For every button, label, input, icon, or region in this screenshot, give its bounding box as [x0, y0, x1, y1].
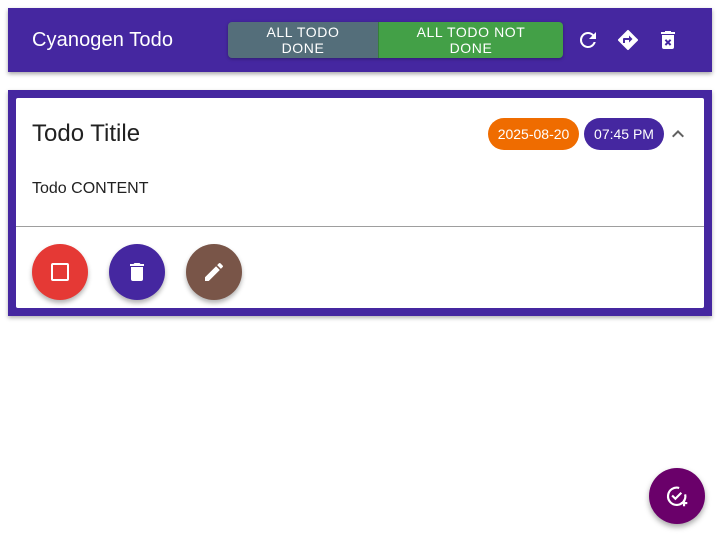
- todo-card: Todo Titile 2025-08-20 07:45 PM Todo CON…: [16, 98, 704, 308]
- pencil-icon: [205, 262, 224, 281]
- delete-todo-button[interactable]: [109, 244, 165, 300]
- todo-time-chip: 07:45 PM: [584, 118, 664, 150]
- add-task-icon: [666, 486, 688, 507]
- todo-filter-button-group: ALL TODO DONE ALL TODO NOT DONE: [228, 22, 563, 58]
- toolbar: Cyanogen Todo ALL TODO DONE ALL TODO NOT…: [8, 8, 712, 72]
- delete-sweep-icon[interactable]: [656, 28, 680, 52]
- all-todo-done-button[interactable]: ALL TODO DONE: [228, 22, 378, 58]
- todo-title: Todo Titile: [32, 120, 141, 147]
- todo-date-chip: 2025-08-20: [488, 118, 579, 150]
- checkbox-blank-icon: [51, 263, 69, 281]
- todo-content: Todo CONTENT: [32, 180, 149, 197]
- chevron-up-icon[interactable]: [666, 122, 690, 146]
- edit-todo-button[interactable]: [186, 244, 242, 300]
- app-title: Cyanogen Todo: [32, 29, 174, 51]
- trash-icon: [130, 263, 144, 281]
- app-root: Cyanogen Todo ALL TODO DONE ALL TODO NOT…: [0, 0, 720, 540]
- all-todo-not-done-button[interactable]: ALL TODO NOT DONE: [378, 22, 563, 58]
- card-divider: [16, 226, 704, 227]
- toggle-done-button[interactable]: [32, 244, 88, 300]
- refresh-icon[interactable]: [576, 28, 600, 52]
- directions-icon[interactable]: [616, 28, 640, 52]
- todo-card-frame: Todo Titile 2025-08-20 07:45 PM Todo CON…: [8, 90, 712, 316]
- add-todo-button[interactable]: [649, 468, 705, 524]
